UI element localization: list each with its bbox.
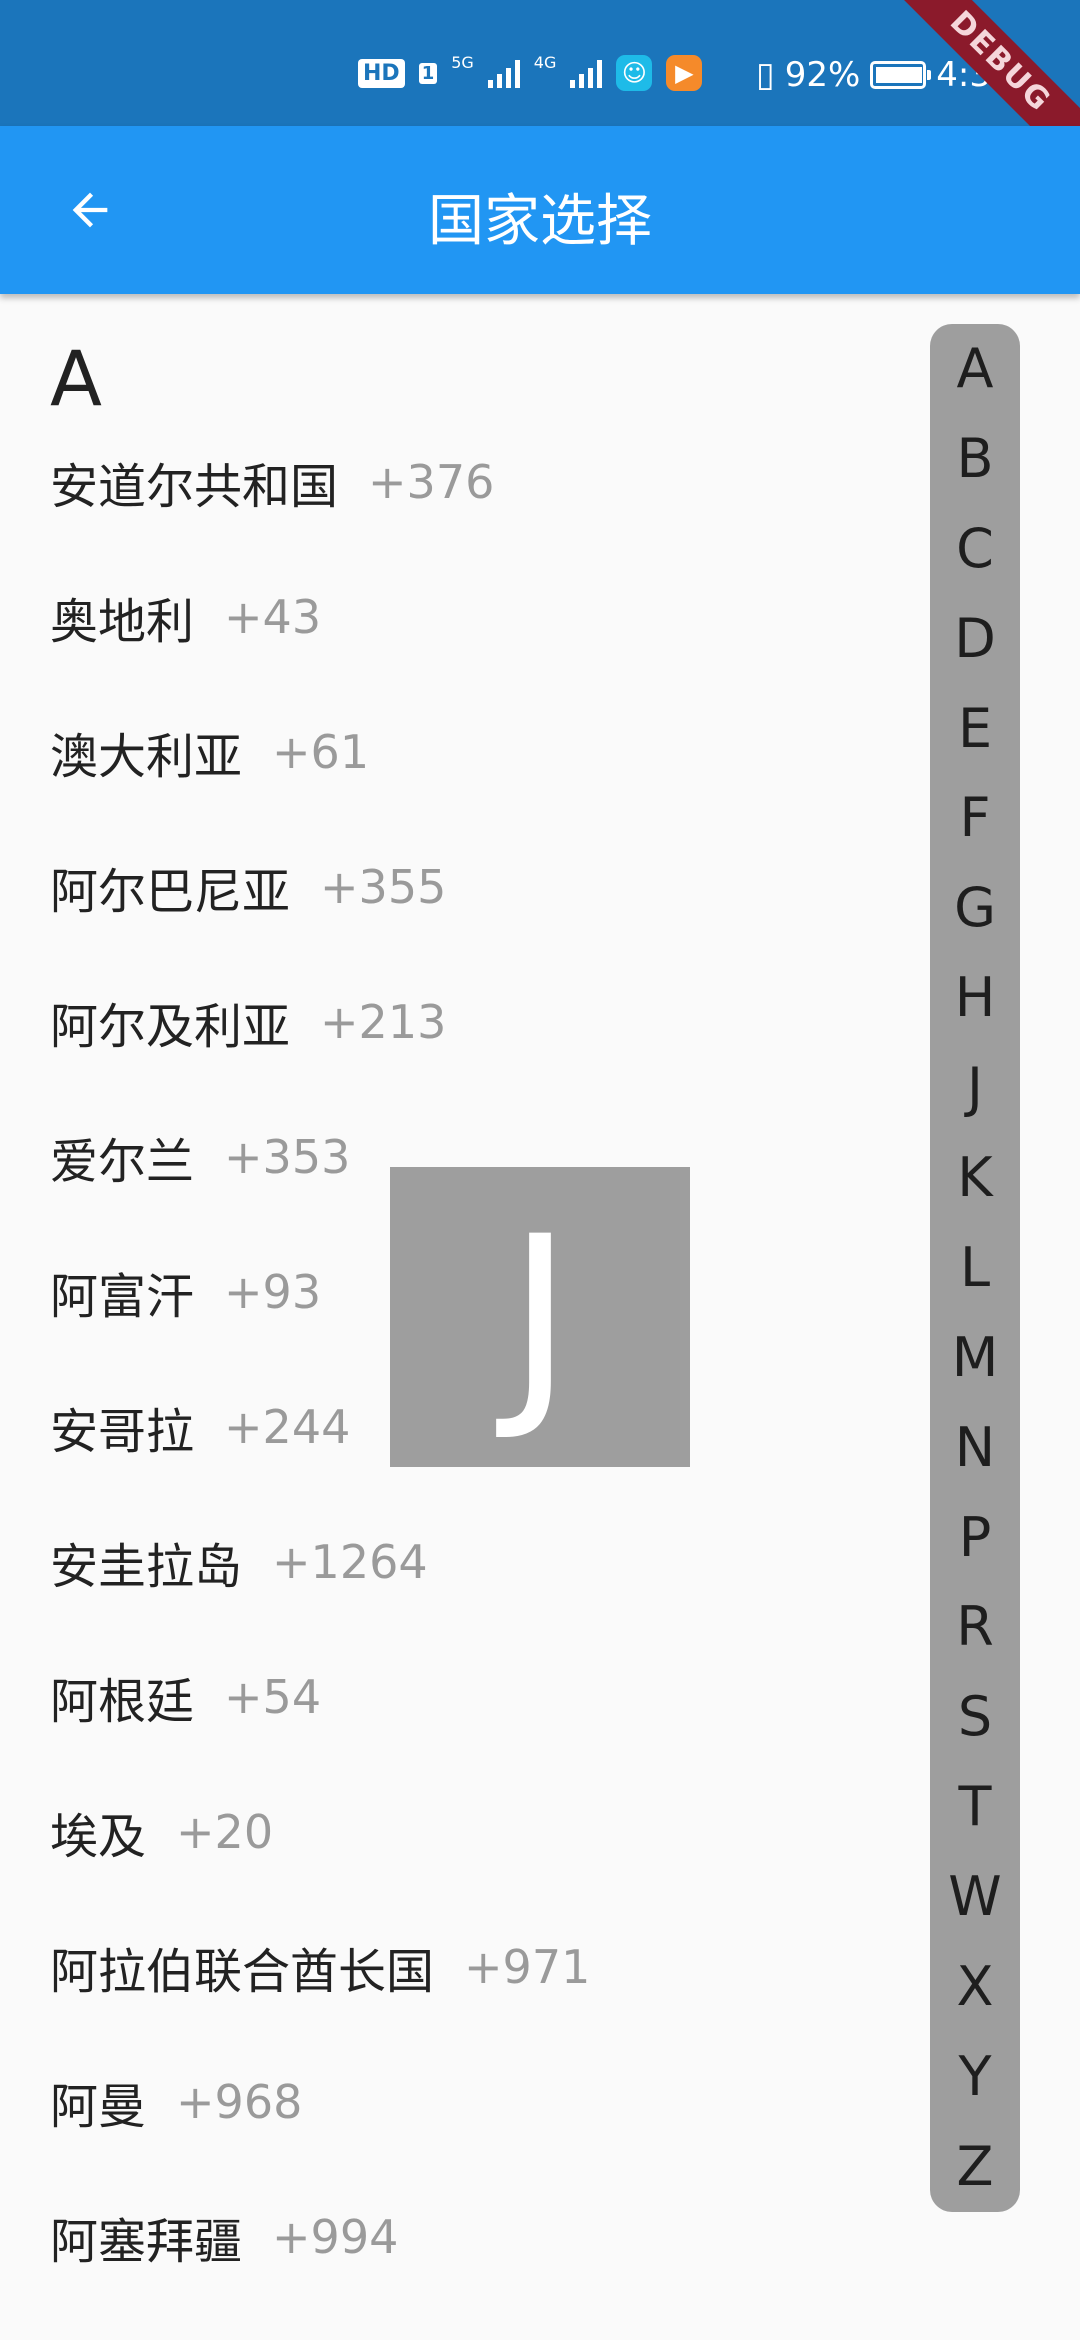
app-bar: 国家选择: [0, 126, 1080, 294]
index-letter-z[interactable]: Z: [957, 2135, 994, 2198]
country-name: 安圭拉岛: [50, 1538, 243, 1595]
country-name: 埃及: [50, 1808, 147, 1865]
country-name: 澳大利亚: [50, 728, 243, 785]
index-letter-e[interactable]: E: [958, 697, 992, 760]
index-letter-k[interactable]: K: [957, 1147, 992, 1209]
alphabet-index-bar[interactable]: ABCDEFGHJKLMNPRSTWXYZ: [930, 324, 1020, 2212]
dial-code: +43: [224, 589, 322, 644]
page-title: 国家选择: [428, 189, 652, 254]
index-letter-n[interactable]: N: [955, 1416, 995, 1479]
dial-code: +93: [224, 1264, 322, 1319]
index-letter-a[interactable]: A: [957, 338, 994, 400]
country-row[interactable]: 奥地利 +43: [0, 549, 920, 684]
signal-icon: [487, 58, 520, 88]
dial-code: +353: [224, 1129, 351, 1184]
index-letter-c[interactable]: C: [956, 517, 994, 580]
country-name: 安道尔共和国: [50, 458, 339, 515]
country-name: 阿塞拜疆: [50, 2213, 243, 2270]
index-letter-s[interactable]: S: [958, 1686, 992, 1748]
dial-code: +968: [176, 2074, 303, 2129]
index-letter-p[interactable]: P: [959, 1506, 992, 1569]
country-row[interactable]: 安道尔共和国 +376: [0, 414, 920, 549]
index-letter-t[interactable]: T: [959, 1776, 992, 1838]
country-row[interactable]: 澳大利亚 +61: [0, 684, 920, 819]
country-row[interactable]: 阿尔巴尼亚 +355: [0, 819, 920, 954]
chat-app-icon: ☺: [616, 55, 653, 91]
section-header: A: [50, 334, 102, 423]
country-name: 阿根廷: [50, 1673, 195, 1730]
index-letter-y[interactable]: Y: [959, 2045, 992, 2108]
overlay-letter: J: [507, 1189, 573, 1445]
index-letter-w[interactable]: W: [948, 1866, 1001, 1928]
status-bar: HD 1 5G 4G ☺ ▶ ▯ 92% 4:30 DEBUG: [0, 0, 1080, 186]
country-name: 阿富汗: [50, 1268, 195, 1325]
dial-code: +61: [272, 724, 370, 779]
country-name: 阿尔及利亚: [50, 998, 291, 1055]
video-app-icon: ▶: [666, 55, 703, 91]
index-letter-r[interactable]: R: [956, 1596, 994, 1658]
country-name: 阿拉伯联合酋长国: [50, 1943, 435, 2000]
dial-code: +213: [320, 994, 447, 1049]
index-letter-l[interactable]: L: [960, 1236, 990, 1299]
country-row[interactable]: 阿曼 +968: [0, 2034, 920, 2169]
country-row[interactable]: 阿尔及利亚 +213: [0, 954, 920, 1089]
country-name: 安哥拉: [50, 1403, 195, 1460]
sim-badge: 1: [418, 62, 438, 84]
signal-icon: [570, 58, 603, 88]
country-row[interactable]: 阿根廷 +54: [0, 1629, 920, 1764]
country-row[interactable]: 埃及 +20: [0, 1764, 920, 1899]
vibrate-icon: ▯: [756, 55, 775, 95]
index-letter-b[interactable]: B: [956, 427, 993, 490]
index-letter-overlay: J: [390, 1167, 690, 1467]
index-letter-f[interactable]: F: [959, 787, 990, 849]
country-name: 阿尔巴尼亚: [50, 863, 291, 920]
battery-icon: [870, 61, 932, 89]
index-letter-h[interactable]: H: [955, 967, 996, 1029]
dial-code: +1264: [272, 1534, 428, 1589]
country-row[interactable]: 阿塞拜疆 +994: [0, 2169, 920, 2304]
dial-code: +376: [368, 454, 495, 509]
index-letter-g[interactable]: G: [954, 877, 996, 939]
status-left-icons: HD 1 5G 4G ☺ ▶: [358, 53, 703, 91]
country-name: 阿曼: [50, 2078, 147, 2135]
index-letter-j[interactable]: J: [967, 1057, 983, 1119]
dial-code: +994: [272, 2209, 399, 2264]
country-name: 爱尔兰: [50, 1133, 195, 1190]
index-letter-x[interactable]: X: [957, 1956, 994, 2018]
dial-code: +54: [224, 1669, 322, 1724]
battery-percent: 92%: [784, 55, 861, 95]
network-5g-label: 5G: [451, 53, 474, 72]
network-4g-label: 4G: [533, 53, 557, 72]
dial-code: +20: [176, 1804, 274, 1859]
dial-code: +355: [320, 859, 447, 914]
hd-badge: HD: [358, 58, 405, 88]
dial-code: +244: [224, 1399, 351, 1454]
dial-code: +971: [464, 1939, 591, 1994]
index-letter-m[interactable]: M: [952, 1326, 999, 1389]
country-name: 奥地利: [50, 593, 195, 650]
index-letter-d[interactable]: D: [954, 607, 996, 670]
country-row[interactable]: 安圭拉岛 +1264: [0, 1494, 920, 1629]
country-row[interactable]: 阿拉伯联合酋长国 +971: [0, 1899, 920, 2034]
